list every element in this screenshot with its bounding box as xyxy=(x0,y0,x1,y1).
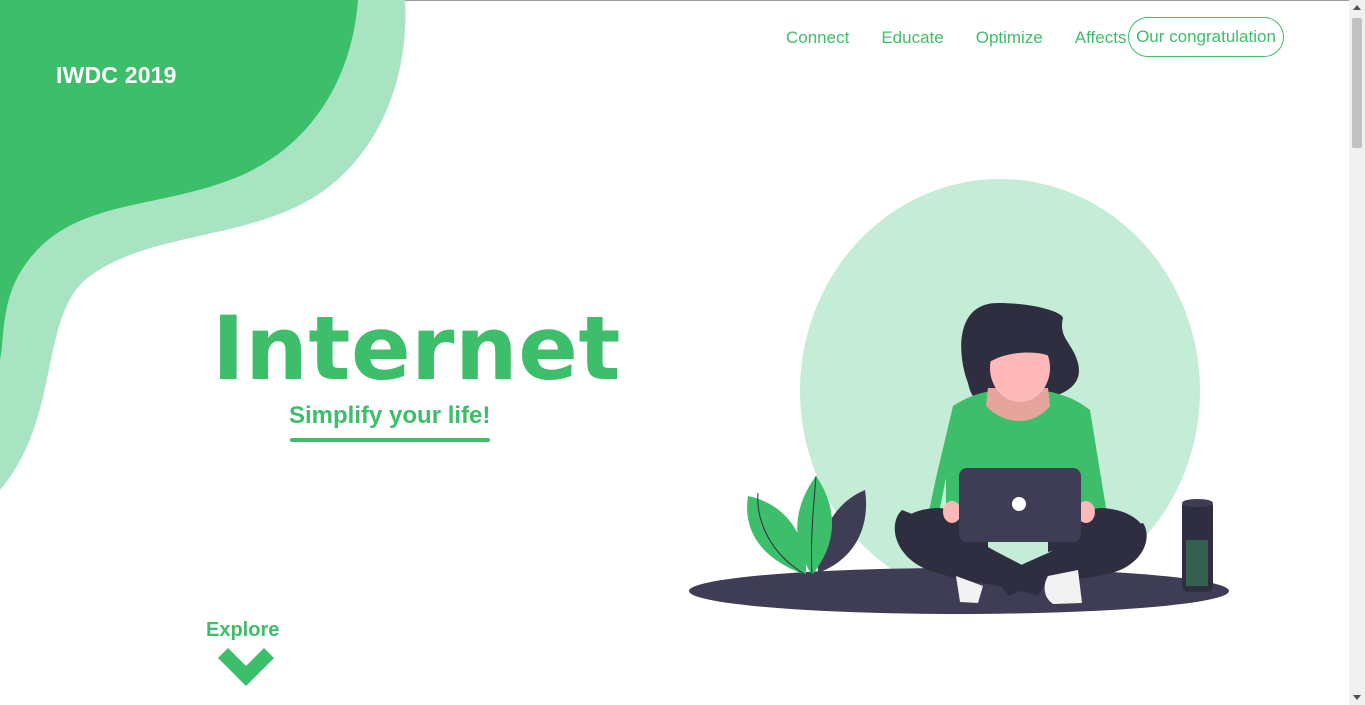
main-nav: Connect Educate Optimize Affects xyxy=(770,17,1142,59)
nav-connect[interactable]: Connect xyxy=(786,28,849,48)
woman-laptop-illustration xyxy=(689,179,1229,614)
hero-title: Internet xyxy=(212,297,621,400)
hero-tagline: Simplify your life! xyxy=(289,402,491,429)
smart-speaker xyxy=(1182,499,1213,592)
scroll-down-icon[interactable] xyxy=(1353,695,1361,700)
scroll-up-icon[interactable] xyxy=(1353,5,1361,10)
congratulation-button[interactable]: Our congratulation xyxy=(1128,17,1284,57)
tagline-underline xyxy=(290,438,490,442)
nav-educate[interactable]: Educate xyxy=(881,28,943,48)
chevron-down-icon[interactable] xyxy=(218,648,274,690)
brand-logo[interactable]: IWDC 2019 xyxy=(56,62,177,89)
nav-optimize[interactable]: Optimize xyxy=(976,28,1043,48)
scrollbar-thumb[interactable] xyxy=(1352,18,1362,148)
vertical-scrollbar[interactable] xyxy=(1349,0,1365,705)
nav-affects[interactable]: Affects xyxy=(1075,28,1127,48)
explore-label[interactable]: Explore xyxy=(206,619,279,642)
